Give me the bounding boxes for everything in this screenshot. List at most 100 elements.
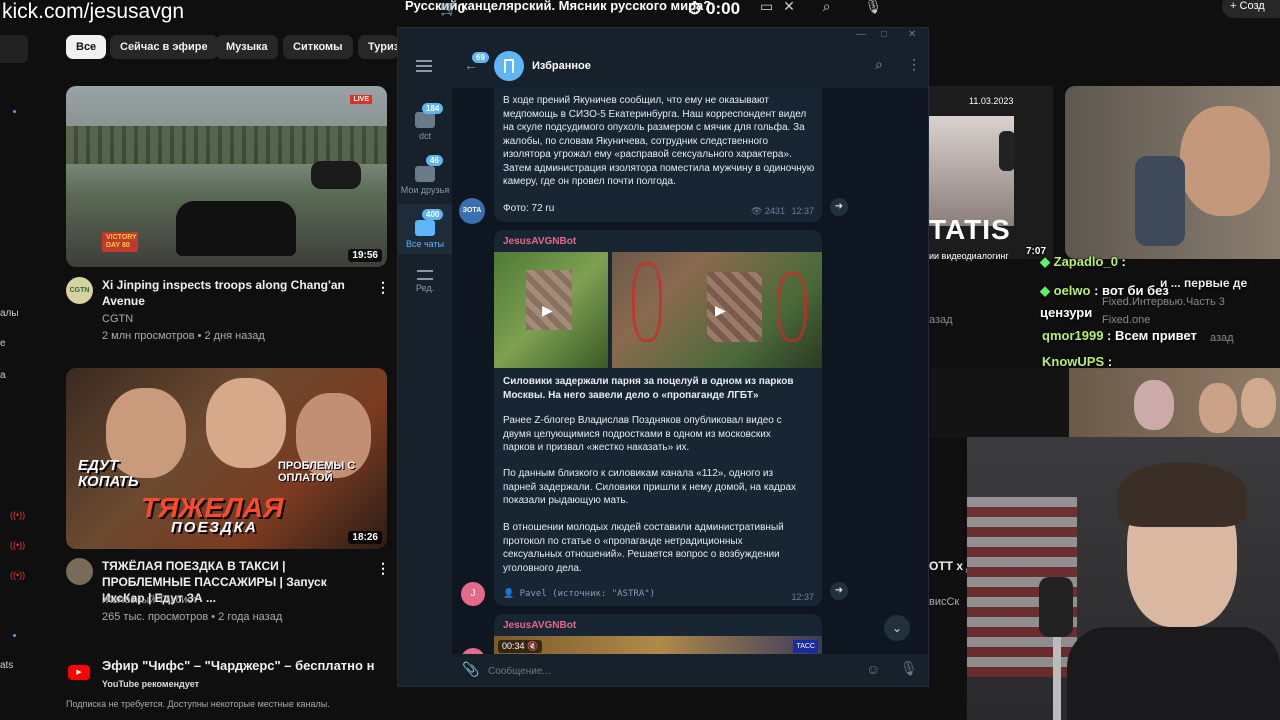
timer: ⏱ 0:00	[688, 0, 740, 19]
emoji-icon[interactable]: ☺	[866, 661, 880, 677]
scroll-down-button[interactable]: ⌄	[884, 615, 910, 641]
sender-avatar[interactable]: J	[461, 582, 485, 606]
chat-user: oelwo	[1053, 283, 1091, 298]
promo-title[interactable]: Эфир "Чифс" – "Чарджерс" – бесплатно н	[102, 658, 398, 674]
sender-name[interactable]: JesusAVGNBot	[503, 236, 576, 247]
mic-icon[interactable]: 🎙	[900, 660, 918, 677]
chip-sitcoms[interactable]: Ситкомы	[283, 35, 353, 59]
search-icon[interactable]: ⌕	[823, 0, 831, 14]
video-media[interactable]: ▶	[612, 252, 822, 368]
timer-icon: ⏱	[688, 0, 702, 18]
chip-tourism[interactable]: Туриз	[358, 35, 399, 59]
folder-dct[interactable]: dct 184	[398, 96, 452, 148]
chip-music[interactable]: Музыка	[216, 35, 278, 59]
forward-icon[interactable]: ➜	[830, 198, 848, 216]
message-bubble[interactable]: В ходе прений Якуничев сообщил, что ему …	[494, 88, 822, 222]
video-thumbnail[interactable]	[1069, 368, 1280, 438]
chip-all[interactable]: Все	[66, 35, 107, 59]
folder-label: dct	[418, 131, 431, 141]
folder-label: Все чаты	[405, 239, 445, 249]
victory-day-badge: VICTORY DAY 80	[102, 232, 138, 252]
close-icon[interactable]: ✕	[908, 29, 916, 40]
attach-icon[interactable]: 📎	[462, 661, 479, 678]
folder-sidebar: dct 184 Мои друзья 46 Все чаты 400 Ред.	[398, 46, 452, 686]
search-icon[interactable]: ⌕	[875, 56, 883, 73]
live-icon: ((•))	[10, 540, 26, 550]
sidebar-text-3[interactable]: a	[0, 370, 6, 381]
youtube-logo-icon: ▶	[68, 665, 90, 680]
keyboard-icon[interactable]: ▭	[760, 0, 773, 14]
microphone	[1039, 577, 1073, 637]
views: 2431	[764, 206, 785, 216]
live-dot	[13, 634, 16, 637]
folder-friends[interactable]: Мои друзья 46	[398, 150, 452, 200]
video-thumbnail[interactable]: 11.03.2023 TATIS	[929, 86, 1053, 259]
video-thumbnail[interactable]	[1065, 86, 1280, 259]
red-scribble	[632, 262, 662, 342]
play-icon[interactable]: ▶	[715, 302, 726, 319]
video-thumbnail[interactable]: LIVE VICTORY DAY 80 19:56	[66, 86, 387, 267]
webcam-overlay	[967, 437, 1280, 720]
channel-avatar[interactable]: ЗОТА	[459, 198, 485, 224]
live-icon: ((•))	[10, 510, 26, 520]
streamer-body	[1067, 627, 1280, 720]
channel-name[interactable]: CGTN	[102, 311, 133, 327]
person-face	[206, 378, 286, 468]
folder-edit[interactable]: Ред.	[398, 260, 452, 300]
photo-media[interactable]: ▶	[494, 252, 608, 368]
message-bubble[interactable]: JesusAVGNBot ▶ ▶ Силовики задержали парн…	[494, 230, 822, 606]
yt-left-sidebar: алы e a ((•)) ((•)) ((•)) ats	[0, 30, 55, 720]
video-thumbnail[interactable]: ЕДУТ КОПАТЬ ПРОБЛЕМЫ С ОПЛАТОЙ ТЯЖЕЛАЯ П…	[66, 368, 387, 549]
stream-chat-line: KnowUPS :	[1042, 354, 1113, 369]
streamer-hair	[1117, 462, 1247, 527]
tass-logo: TACC	[793, 640, 818, 653]
video-meta: 2 млн просмотров • 2 дня назад	[102, 330, 265, 342]
create-button[interactable]: + Созд	[1222, 0, 1280, 18]
sender-name[interactable]: JesusAVGNBot	[503, 620, 576, 631]
chip-live[interactable]: Сейчас в эфире	[110, 35, 218, 59]
thumb-text: ПРОБЛЕМЫ С ОПЛАТОЙ	[278, 460, 356, 484]
message-input[interactable]	[488, 660, 848, 682]
live-badge: LIVE	[350, 95, 372, 104]
message-paragraph: В отношении молодых людей составили адми…	[503, 522, 784, 574]
folder-badge: 400	[422, 209, 444, 220]
more-options-icon[interactable]: ⋮	[376, 279, 390, 296]
car-2	[311, 161, 361, 189]
footer-text: Pavel (источник: "ASTRA")	[519, 589, 656, 599]
channel-avatar[interactable]: CGTN	[66, 277, 93, 304]
folder-icon	[415, 112, 435, 128]
card-big-text: TATIS	[929, 214, 1011, 245]
sidebar-text-4[interactable]: ats	[0, 660, 13, 671]
channel-name[interactable]: Железный Таксист	[102, 592, 198, 608]
top-icons: ▭ ✕ ⌕ 🎙	[760, 0, 882, 15]
blurred-face	[526, 270, 572, 330]
live-dot	[13, 110, 16, 113]
live-icon: ((•))	[10, 570, 26, 580]
red-scribble	[777, 272, 807, 342]
plus-icon: +	[1230, 0, 1237, 12]
sidebar-button[interactable]	[0, 35, 28, 63]
message-meta: 👁 2431 12:37	[751, 206, 814, 217]
folder-badge: 184	[422, 103, 444, 114]
folder-all-chats[interactable]: Все чаты 400	[398, 204, 452, 254]
telegram-window: — □ ✕ dct 184 Мои друзья 46 Все чаты 400…	[397, 27, 929, 687]
video-title[interactable]: Xi Jinping inspects troops along Chang'a…	[102, 277, 352, 309]
mic-icon[interactable]: 🎙	[864, 0, 882, 14]
mute-icon[interactable]: 🔇	[527, 641, 538, 651]
cart-icon: 🛒	[440, 0, 458, 16]
forward-icon[interactable]: ➜	[830, 582, 848, 600]
close-icon[interactable]: ✕	[783, 0, 795, 14]
maximize-icon[interactable]: □	[881, 29, 887, 40]
menu-icon-mid	[416, 65, 432, 67]
saved-messages-avatar[interactable]	[494, 51, 524, 81]
headphones	[999, 131, 1015, 171]
stream-chat-line: qmor1999 : Всем привет	[1042, 328, 1197, 343]
sidebar-text-2[interactable]: e	[0, 338, 6, 349]
play-icon[interactable]: ▶	[542, 302, 553, 319]
more-options-icon[interactable]: ⋮	[907, 56, 921, 73]
more-options-icon[interactable]: ⋮	[376, 560, 390, 577]
minimize-icon[interactable]: —	[856, 29, 866, 40]
sidebar-text-1[interactable]: алы	[0, 308, 19, 319]
channel-avatar[interactable]	[66, 558, 93, 585]
video-thumbnail[interactable]	[929, 368, 1069, 438]
